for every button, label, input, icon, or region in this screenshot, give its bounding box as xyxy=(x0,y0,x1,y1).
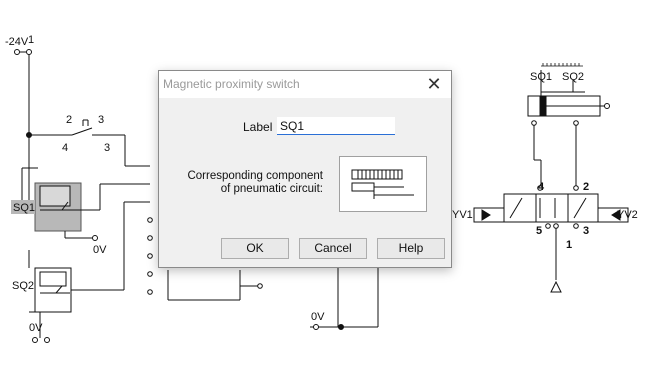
sensor-sq2-label[interactable]: SQ2 xyxy=(12,280,34,292)
cancel-button[interactable]: Cancel xyxy=(299,238,367,259)
close-icon[interactable]: ✕ xyxy=(417,71,451,98)
label-input[interactable] xyxy=(277,117,395,135)
port-label: 3 xyxy=(583,225,589,237)
cylinder-sensor-label: SQ1 xyxy=(530,71,552,83)
sensor-sq1-label[interactable]: SQ1 xyxy=(13,202,35,214)
port-label: 4 xyxy=(538,181,545,193)
switch-terminal-label: 3 xyxy=(104,142,110,154)
ok-button[interactable]: OK xyxy=(221,238,289,259)
ground-label: 0V xyxy=(29,322,43,334)
supply-node-label: 1 xyxy=(28,34,34,46)
port-label: 5 xyxy=(536,225,542,237)
port-label: 1 xyxy=(566,239,572,251)
dialog-title: Magnetic proximity switch xyxy=(163,77,300,91)
component-caption: Corresponding component of pneumatic cir… xyxy=(187,170,323,195)
switch-terminal-label: 4 xyxy=(62,142,68,154)
supply-voltage-label: -24V xyxy=(5,36,29,48)
proximity-switch-dialog: Magnetic proximity switch ✕ Label Corres… xyxy=(158,70,452,268)
switch-terminal-label: 2 xyxy=(66,114,72,126)
port-label: 2 xyxy=(583,181,589,193)
help-button[interactable]: Help xyxy=(377,238,445,259)
ground-label: 0V xyxy=(311,311,325,323)
dialog-titlebar[interactable]: Magnetic proximity switch ✕ xyxy=(159,71,451,98)
switch-terminal-label: 3 xyxy=(98,114,104,126)
label-caption: Label xyxy=(243,120,273,134)
valve-solenoid-label: YV1 xyxy=(452,209,473,221)
valve-solenoid-label: YV2 xyxy=(617,209,638,221)
cylinder-preview-icon xyxy=(351,169,414,199)
cylinder-sensor-label: SQ2 xyxy=(562,71,584,83)
pneumatic-component-preview xyxy=(339,156,427,212)
ground-label: 0V xyxy=(93,244,107,256)
